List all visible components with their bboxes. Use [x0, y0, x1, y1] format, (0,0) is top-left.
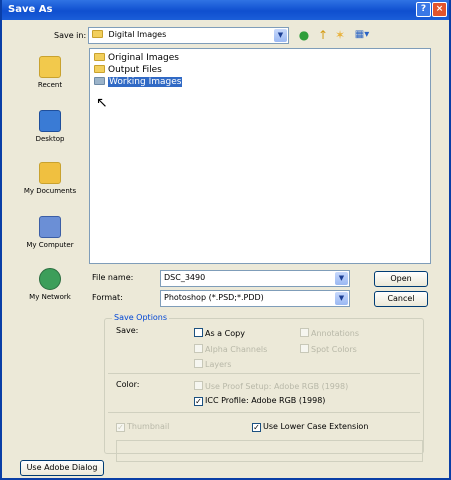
save-in-dropdown[interactable]: Digital Images ▼ — [88, 27, 289, 44]
chevron-down-icon[interactable]: ▼ — [274, 29, 287, 42]
icc-profile-checkbox[interactable]: ✓ ICC Profile: Adobe RGB (1998) — [194, 396, 325, 406]
thumbnail-checkbox[interactable]: ✓ Thumbnail — [116, 422, 169, 432]
title-buttons: ? × — [416, 2, 447, 17]
file-name-input[interactable]: DSC_3490 ▼ — [160, 270, 350, 287]
folder-icon — [92, 30, 103, 38]
divider — [108, 373, 420, 374]
use-lower-case-extension-checkbox[interactable]: ✓ Use Lower Case Extension — [252, 422, 368, 432]
place-desktop[interactable]: Desktop — [15, 110, 85, 143]
place-label: My Documents — [23, 187, 77, 195]
checkbox-box — [194, 328, 203, 337]
place-recent[interactable]: Recent — [15, 56, 85, 89]
close-button[interactable]: × — [432, 2, 447, 17]
up-one-level-icon[interactable]: ↑ — [316, 28, 330, 42]
back-icon[interactable]: ● — [297, 28, 311, 42]
chevron-down-icon[interactable]: ▼ — [335, 272, 348, 285]
new-folder-icon[interactable]: ✶ — [333, 28, 347, 42]
format-label: Format: — [92, 293, 123, 302]
place-label: Desktop — [35, 135, 65, 143]
as-a-copy-checkbox[interactable]: As a Copy — [194, 328, 245, 338]
checkbox-box — [300, 328, 309, 337]
window-title: Save As — [8, 4, 53, 15]
file-name-value: DSC_3490 — [164, 273, 206, 282]
divider — [108, 412, 420, 413]
place-label: My Network — [29, 293, 71, 301]
my-documents-icon — [39, 162, 61, 184]
save-in-value: Digital Images — [108, 30, 167, 39]
file-list[interactable]: Original Images Output Files Working Ima… — [89, 48, 431, 264]
format-dropdown[interactable]: Photoshop (*.PSD;*.PDD) ▼ — [160, 290, 350, 307]
title-bar: Save As ? × — [2, 0, 449, 20]
open-button[interactable]: Open — [374, 271, 428, 287]
checkbox-box — [194, 381, 203, 390]
save-label: Save: — [116, 326, 139, 335]
layers-checkbox[interactable]: Layers — [194, 359, 231, 369]
place-label: My Computer — [26, 241, 74, 249]
options-info-area — [116, 440, 423, 462]
checkbox-box — [194, 359, 203, 368]
alpha-channels-checkbox[interactable]: Alpha Channels — [194, 344, 267, 354]
folder-icon — [94, 53, 105, 61]
file-name-label: File name: — [92, 273, 134, 282]
list-item[interactable]: Working Images — [94, 77, 183, 87]
my-network-icon — [39, 268, 61, 290]
help-button[interactable]: ? — [416, 2, 431, 17]
folder-icon — [94, 77, 105, 85]
recent-folder-icon — [39, 56, 61, 78]
place-my-network[interactable]: My Network — [15, 268, 85, 301]
cancel-button[interactable]: Cancel — [374, 291, 428, 307]
my-computer-icon — [39, 216, 61, 238]
save-as-dialog: Save As ? × Save in: Digital Images ▼ ● … — [0, 0, 451, 480]
save-options-legend: Save Options — [112, 313, 170, 322]
annotations-checkbox[interactable]: Annotations — [300, 328, 359, 338]
checkmark-icon: ✓ — [116, 423, 125, 432]
format-value: Photoshop (*.PSD;*.PDD) — [164, 293, 264, 302]
save-in-label: Save in: — [54, 31, 87, 40]
desktop-icon — [39, 110, 61, 132]
place-label: Recent — [37, 81, 63, 89]
place-my-computer[interactable]: My Computer — [15, 216, 85, 249]
checkbox-box — [300, 344, 309, 353]
mouse-cursor-icon: ↖ — [96, 95, 108, 111]
folder-icon — [94, 65, 105, 73]
chevron-down-icon[interactable]: ▼ — [335, 292, 348, 305]
use-adobe-dialog-button[interactable]: Use Adobe Dialog — [20, 460, 104, 476]
list-item[interactable]: Original Images — [94, 53, 179, 63]
checkmark-icon: ✓ — [252, 423, 261, 432]
use-proof-setup-checkbox[interactable]: Use Proof Setup: Adobe RGB (1998) — [194, 381, 348, 391]
checkmark-icon: ✓ — [194, 397, 203, 406]
list-item[interactable]: Output Files — [94, 65, 162, 75]
color-label: Color: — [116, 380, 140, 389]
place-my-documents[interactable]: My Documents — [15, 162, 85, 195]
places-bar: Recent Desktop My Documents My Computer … — [15, 46, 85, 310]
view-menu-icon[interactable]: ▦▾ — [351, 28, 373, 42]
checkbox-box — [194, 344, 203, 353]
spot-colors-checkbox[interactable]: Spot Colors — [300, 344, 357, 354]
